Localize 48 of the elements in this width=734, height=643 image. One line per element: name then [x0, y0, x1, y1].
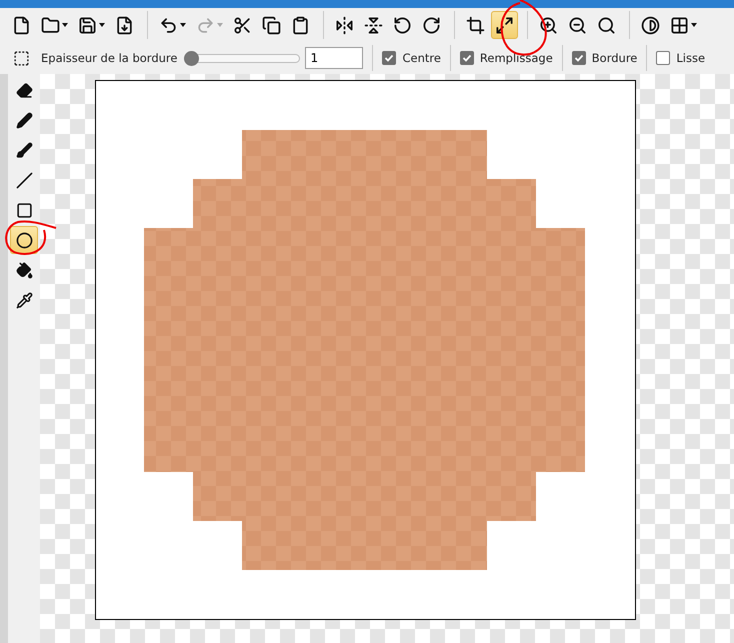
- selection-icon[interactable]: [13, 50, 30, 66]
- caret-icon: [691, 23, 697, 27]
- rotate-right-icon: [422, 16, 441, 34]
- checkbox[interactable]: Bordure: [572, 51, 638, 65]
- checkbox-box[interactable]: [656, 51, 670, 65]
- scissors-icon: [233, 16, 252, 34]
- grid-icon: [670, 16, 689, 34]
- caret-icon: [180, 23, 186, 27]
- checkbox[interactable]: Lisse: [656, 51, 706, 65]
- checkbox-box[interactable]: [572, 51, 586, 65]
- checkbox[interactable]: Remplissage: [460, 51, 553, 65]
- crop-icon: [466, 16, 485, 34]
- toolbar-button[interactable]: [491, 11, 518, 39]
- caret-icon: [62, 23, 68, 27]
- redo-icon: [196, 16, 215, 34]
- flip-vertical-icon: [364, 16, 383, 34]
- brush-icon: [16, 142, 32, 158]
- pencil-icon: [16, 112, 32, 128]
- caret-icon: [217, 23, 223, 27]
- new-file-icon: [12, 16, 31, 34]
- eraser-icon: [16, 82, 32, 98]
- copy-icon: [262, 16, 281, 34]
- eyedropper-icon: [16, 292, 32, 308]
- save-icon: [78, 16, 97, 34]
- paint-bucket-icon: [16, 262, 32, 278]
- rectangle-icon: [16, 202, 32, 218]
- zoom-icon: [597, 16, 616, 34]
- zoom-in-icon: [539, 16, 558, 34]
- border-width-slider[interactable]: [184, 50, 300, 66]
- flip-horizontal-icon: [335, 16, 354, 34]
- undo-icon: [159, 16, 178, 34]
- checkbox[interactable]: Centre: [382, 51, 441, 65]
- border-width-label: Epaisseur de la bordure: [41, 51, 178, 65]
- folder-icon: [41, 16, 60, 34]
- circle-icon: [16, 232, 32, 248]
- clipboard-icon: [291, 16, 310, 34]
- checkbox-box[interactable]: [382, 51, 396, 65]
- checkbox-box[interactable]: [460, 51, 474, 65]
- zoom-out-icon: [568, 16, 587, 34]
- tool-button[interactable]: [10, 226, 38, 254]
- slider-thumb[interactable]: [184, 50, 200, 66]
- border-width-field[interactable]: 1: [305, 47, 364, 69]
- resize-icon: [495, 16, 514, 34]
- export-icon: [115, 16, 134, 34]
- line-icon: [16, 172, 32, 188]
- caret-icon: [99, 23, 105, 27]
- contrast-icon: [641, 16, 660, 34]
- rotate-left-icon: [393, 16, 412, 34]
